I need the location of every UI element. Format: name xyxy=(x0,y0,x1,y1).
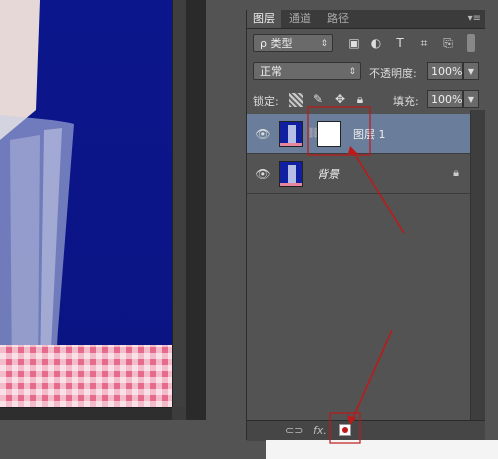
document-canvas[interactable] xyxy=(0,0,186,420)
layers-scrollbar[interactable] xyxy=(470,110,485,422)
fill-dropdown-icon[interactable]: ▼ xyxy=(463,90,479,108)
opacity-label: 不透明度: xyxy=(369,67,417,80)
layer-row-background[interactable]: 👁︎ 背景 🔒︎ xyxy=(247,154,471,194)
toggle-filter-icon[interactable] xyxy=(467,34,475,52)
glass-thumb-icon xyxy=(280,125,302,146)
filter-row: ρ 类型 ⇕ ▣ ◐ T ⌗ ⎘ xyxy=(247,34,485,56)
resize-grip-icon[interactable] xyxy=(172,407,186,420)
filter-type-label: ρ 类型 xyxy=(260,37,293,50)
lock-fill-row: 锁定: ✎ ✥ 🔒︎ 填充: 100% ▼ xyxy=(247,90,485,112)
layer-name[interactable]: 背景 xyxy=(317,166,339,182)
layers-bottom-bar: ⊂⊃ fx. xyxy=(247,420,485,441)
blend-mode-select[interactable]: 正常 ⇕ xyxy=(253,62,361,80)
fill-label: 填充: xyxy=(393,95,419,108)
tab-layers[interactable]: 图层 xyxy=(247,10,281,28)
fx-button[interactable]: fx. xyxy=(313,424,327,437)
link-layers-icon[interactable]: ⊂⊃ xyxy=(285,424,303,437)
image-filter-icon[interactable]: ▣ xyxy=(347,36,361,50)
layer-thumbnail xyxy=(279,161,303,187)
layers-panel: 图层 通道 路径 ▾≡ ρ 类型 ⇕ ▣ ◐ T ⌗ ⎘ 正常 ⇕ 不透明度: … xyxy=(246,10,485,441)
layer-name[interactable]: 图层 1 xyxy=(353,126,386,142)
layer-thumbnail xyxy=(279,121,303,147)
tablecloth xyxy=(0,345,172,407)
blend-mode-value: 正常 xyxy=(260,65,282,78)
lock-label: 锁定: xyxy=(253,95,279,108)
blend-opacity-row: 正常 ⇕ 不透明度: 100% ▼ xyxy=(247,62,485,84)
vertical-scrollbar[interactable] xyxy=(172,0,186,420)
workspace-bottom xyxy=(0,420,246,459)
chevron-updown-icon: ⇕ xyxy=(320,39,328,49)
tab-paths[interactable]: 路径 xyxy=(321,10,355,28)
layer-mask-thumbnail[interactable] xyxy=(317,121,341,147)
chevron-updown-icon: ⇕ xyxy=(348,67,356,77)
eye-icon[interactable]: 👁︎ xyxy=(255,167,271,181)
smart-object-filter-icon[interactable]: ⎘ xyxy=(441,36,455,50)
padlock-icon[interactable]: 🔒︎ xyxy=(353,92,367,106)
eye-icon[interactable]: 👁︎ xyxy=(255,127,271,141)
document-image xyxy=(0,0,172,407)
opacity-input[interactable]: 100% xyxy=(427,62,463,80)
canvas-divider xyxy=(186,0,206,440)
page-margin xyxy=(266,440,498,459)
horizontal-scrollbar[interactable] xyxy=(0,407,172,420)
move-lock-icon[interactable]: ✥ xyxy=(333,92,347,106)
glass-thumb-icon xyxy=(280,165,302,186)
panel-menu-icon[interactable]: ▾≡ xyxy=(468,13,481,24)
layer-row-layer1[interactable]: 👁︎ ⛓︎ 图层 1 xyxy=(247,114,471,154)
shape-filter-icon[interactable]: ⌗ xyxy=(417,36,431,50)
adjustment-filter-icon[interactable]: ◐ xyxy=(369,36,383,50)
fill-input[interactable]: 100% xyxy=(427,90,463,108)
add-mask-icon[interactable] xyxy=(339,424,351,436)
checker-lock-icon[interactable] xyxy=(289,93,303,107)
opacity-dropdown-icon[interactable]: ▼ xyxy=(463,62,479,80)
panel-tabs: 图层 通道 路径 ▾≡ xyxy=(247,10,485,29)
padlock-icon: 🔒︎ xyxy=(453,166,459,179)
brush-lock-icon[interactable]: ✎ xyxy=(311,92,325,106)
tab-channels[interactable]: 通道 xyxy=(283,10,317,28)
filter-type-select[interactable]: ρ 类型 ⇕ xyxy=(253,34,333,52)
text-filter-icon[interactable]: T xyxy=(393,36,407,50)
mask-dot-icon xyxy=(342,427,348,433)
